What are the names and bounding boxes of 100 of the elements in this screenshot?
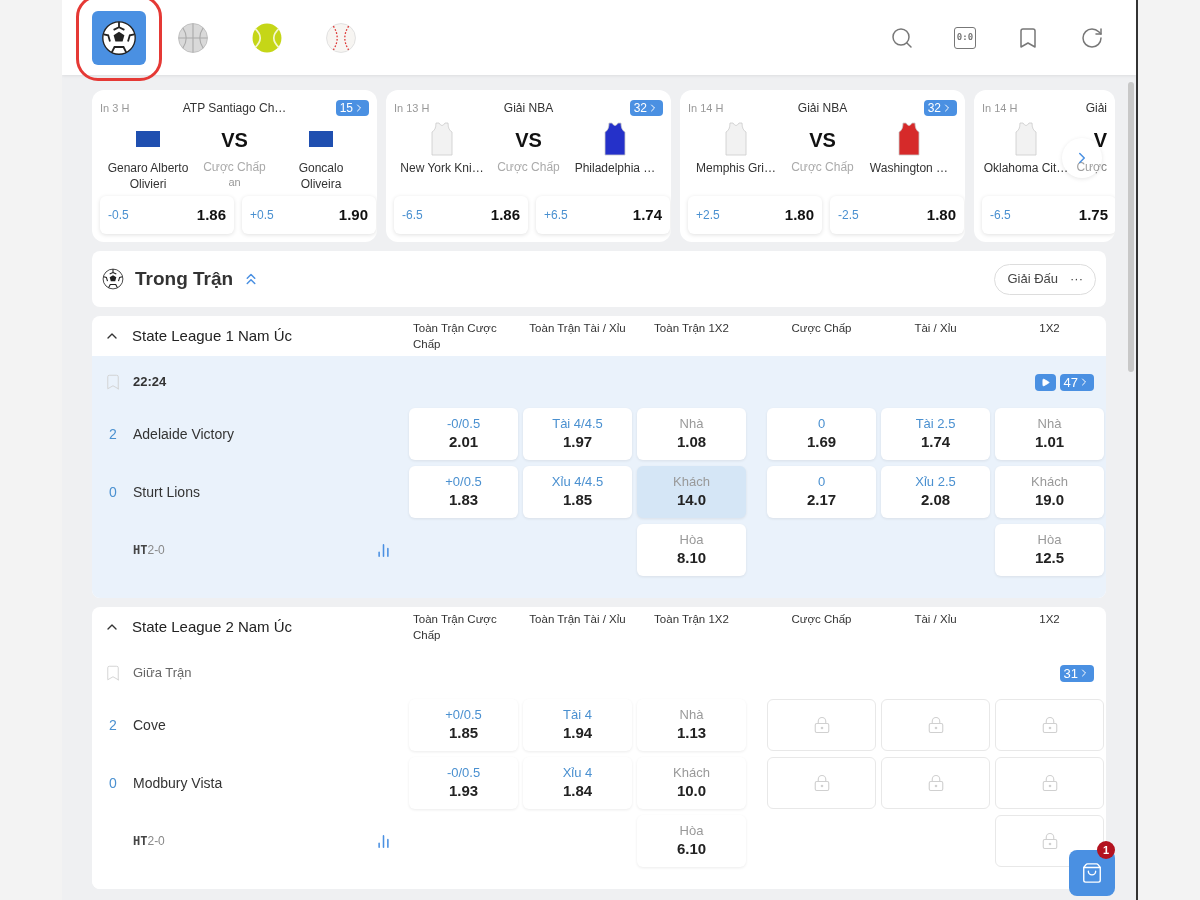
lock-icon	[1040, 716, 1059, 734]
versus-label: VS	[809, 128, 836, 153]
halftime-score: 2-0	[147, 833, 165, 850]
odds-button[interactable]: Hòa 6.10	[637, 815, 746, 867]
team-name: Washington …	[869, 160, 949, 176]
odds-button[interactable]: Khách 10.0	[637, 757, 746, 809]
column-header: 1X2	[1038, 612, 1061, 627]
statistics-icon[interactable]	[376, 833, 391, 849]
odds-price: 1.13	[676, 723, 707, 743]
column-header: Toàn Trận Tài / Xỉu	[528, 612, 627, 627]
odds-label: Khách	[1031, 474, 1068, 490]
column-header: Tài / Xỉu	[913, 612, 958, 627]
odds-price: 1.74	[920, 432, 951, 452]
odds-button[interactable]: Nhà 1.13	[637, 699, 746, 751]
odds-button[interactable]: Nhà 1.01	[995, 408, 1104, 460]
team-name: Genaro Alberto Olivieri	[107, 160, 189, 192]
odds-label: Hòa	[679, 823, 704, 839]
team-name: Cove	[133, 715, 166, 735]
team-score: 0	[109, 773, 118, 793]
column-header: Toàn Trận Tài / Xỉu	[528, 321, 627, 336]
column-header: Toàn Trận Cược Chấp	[412, 321, 498, 352]
odds-button[interactable]: +0/0.5 1.85	[409, 699, 518, 751]
odds-button[interactable]: -6.5 1.86	[394, 196, 528, 234]
scrollbar[interactable]	[1128, 82, 1134, 372]
versus-label: V	[1093, 128, 1107, 153]
match-card[interactable]: In 3 H ATP Santiago Ch… 15 Genaro Alberto Olivieri VS Cược Chấp an Goncalo Oliveira -0.5 1.86 +0.5 1.90	[92, 90, 377, 242]
soccer-ball-icon	[102, 268, 124, 290]
column-header: Toàn Trận 1X2	[653, 321, 730, 336]
odds-label: Xỉu 4	[562, 765, 593, 781]
odds-button[interactable]: +0/0.5 1.83	[409, 466, 518, 518]
odds-button[interactable]: -0/0.5 2.01	[409, 408, 518, 460]
start-time: In 14 H	[982, 100, 1019, 116]
shopping-bag-icon	[1081, 862, 1103, 884]
odds-label: Hòa	[1037, 532, 1062, 548]
odds-label: Xỉu 2.5	[915, 474, 956, 490]
odds-label: Xỉu 4/4.5	[551, 474, 604, 490]
lock-icon	[812, 774, 831, 792]
league-title: State League 2 Nam Úc	[132, 616, 293, 637]
team-name: Memphis Gri…	[696, 160, 776, 176]
section-title: Trong Trận	[135, 266, 234, 291]
odds-price: 1.84	[562, 781, 593, 801]
odds-button[interactable]: -2.5 1.80	[830, 196, 964, 234]
odds-price: 1.01	[1034, 432, 1065, 452]
statistics-icon[interactable]	[376, 542, 391, 558]
halftime-label: HT	[133, 833, 148, 850]
column-header: Cược Chấp	[790, 612, 853, 627]
odds-label: Nhà	[1037, 416, 1062, 432]
column-header: Toàn Trận 1X2	[653, 612, 730, 627]
odds-button[interactable]: +6.5 1.74	[536, 196, 670, 234]
match-card[interactable]: In 14 H Giải NBA 32 Memphis Gri… VS Cược Chấp Washington … +2.5 1.80 -2.5 1.80	[680, 90, 965, 242]
odds-button[interactable]: -0.5 1.86	[100, 196, 234, 234]
odds-price: 19.0	[1034, 490, 1065, 510]
match-card[interactable]: In 14 H Giải Oklahoma Cit… V Cược -6.5 1.75	[974, 90, 1115, 242]
match-status: 22:24	[133, 373, 167, 392]
odds-button[interactable]: +2.5 1.80	[688, 196, 822, 234]
odds-label: Nhà	[679, 707, 704, 723]
league-name: Giải NBA	[502, 100, 555, 117]
halftime-label: HT	[133, 542, 148, 559]
live-stream-icon[interactable]	[1034, 373, 1056, 391]
odds-price: 1.08	[676, 432, 707, 452]
odds-price: 1.97	[562, 432, 593, 452]
odds-button[interactable]: Khách 14.0	[637, 466, 746, 518]
odds-price: 2.08	[920, 490, 951, 510]
odds-button[interactable]: Khách 19.0	[995, 466, 1104, 518]
team-score: 2	[109, 424, 118, 444]
odds-price: 2.01	[448, 432, 479, 452]
odds-button[interactable]: Xỉu 2.5 2.08	[881, 466, 990, 518]
team-name: New York Kni…	[400, 160, 484, 176]
odds-price: 6.10	[676, 839, 707, 859]
odds-button[interactable]: Tài 4 1.94	[523, 699, 632, 751]
team-name: Adelaide Victory	[133, 424, 234, 444]
lock-icon	[926, 716, 945, 734]
soccer-ball-icon	[101, 19, 137, 56]
odds-button[interactable]: Nhà 1.08	[637, 408, 746, 460]
team-name: Sturt Lions	[133, 482, 200, 502]
odds-label: Tài 2.5	[915, 416, 956, 432]
column-header: 1X2	[1038, 321, 1061, 336]
odds-button[interactable]: +0.5 1.90	[242, 196, 376, 234]
market-label: Cược Chấp	[203, 159, 266, 176]
team-name: Modbury Vista	[133, 773, 223, 793]
odds-button[interactable]: -0/0.5 1.93	[409, 757, 518, 809]
match-card[interactable]: In 13 H Giải NBA 32 New York Kni… VS Cược Chấp Philadelphia … -6.5 1.86 +6.5 1.74	[386, 90, 671, 242]
search-icon[interactable]	[890, 25, 914, 50]
scoreboard-icon[interactable]: 0:0	[954, 26, 976, 49]
odds-button[interactable]: Tài 2.5 1.74	[881, 408, 990, 460]
odds-button[interactable]: 0 1.69	[767, 408, 876, 460]
market-label: Cược	[1076, 159, 1107, 176]
league-title: State League 1 Nam Úc	[132, 325, 293, 346]
odds-button[interactable]: Xỉu 4/4.5 1.85	[523, 466, 632, 518]
odds-button[interactable]: Hòa 12.5	[995, 524, 1104, 576]
odds-button[interactable]: Xỉu 4 1.84	[523, 757, 632, 809]
sport-tab[interactable]	[92, 10, 146, 65]
odds-button[interactable]: 0 2.17	[767, 466, 876, 518]
odds-price: 1.69	[806, 432, 837, 452]
odds-button[interactable]: -6.5 1.75	[982, 196, 1115, 234]
league-name: ATP Santiago Ch…	[181, 100, 288, 117]
odds-price: 1.83	[448, 490, 479, 510]
refresh-icon[interactable]	[1080, 25, 1104, 50]
odds-button[interactable]: Tài 4/4.5 1.97	[523, 408, 632, 460]
odds-button[interactable]: Hòa 8.10	[637, 524, 746, 576]
